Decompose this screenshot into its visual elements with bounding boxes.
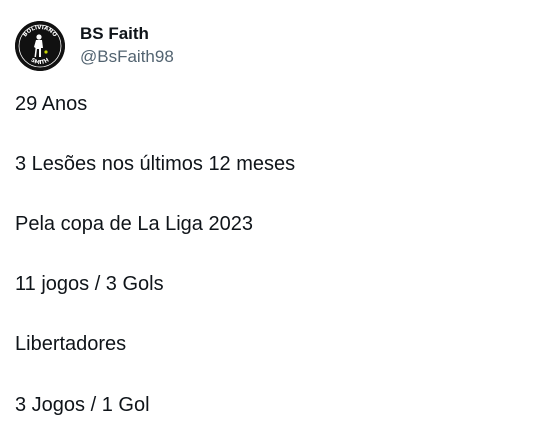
tweet-header: BOLIVIANO SMITH BS Faith @BsFaith98 [15, 21, 174, 71]
avatar[interactable]: BOLIVIANO SMITH [15, 21, 65, 71]
tweet-line: Libertadores [15, 333, 127, 355]
tweet: BOLIVIANO SMITH BS Faith @BsFaith98 29 A… [0, 0, 548, 428]
tweet-line: 3 Jogos / 1 Gol [15, 394, 150, 416]
tweet-line: 11 jogos / 3 Gols [15, 273, 164, 295]
display-name[interactable]: BS Faith [80, 23, 174, 45]
author-names: BS Faith @BsFaith98 [80, 23, 174, 69]
tweet-line: 29 Anos [15, 93, 88, 115]
tweet-line: Pela copa de La Liga 2023 [15, 213, 253, 235]
user-handle[interactable]: @BsFaith98 [80, 45, 174, 69]
tweet-line: 3 Lesões nos últimos 12 meses [15, 153, 296, 175]
player-silhouette-icon: BOLIVIANO SMITH [15, 21, 65, 71]
